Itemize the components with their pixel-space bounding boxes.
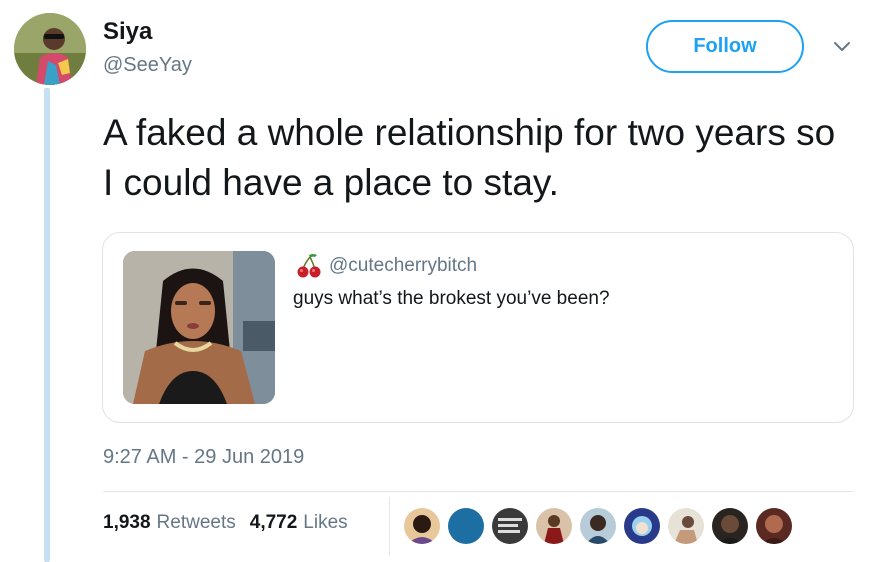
author-avatar[interactable] [14,13,86,85]
liker-avatar[interactable] [536,508,572,544]
retweets-count: 1,938 [103,512,151,533]
divider [103,491,853,492]
cherry-emoji-icon [297,254,321,278]
tweet-text: A faked a whole relationship for two yea… [103,112,836,203]
quoted-tweet-card[interactable]: @cutecherrybitch guys what’s the brokest… [102,232,854,423]
tweet-stats: 1,938 Retweets 4,772 Likes [103,512,348,534]
stats-divider [389,497,390,555]
liker-avatar[interactable] [712,508,748,544]
liker-avatar[interactable] [580,508,616,544]
likes-count: 4,772 [249,512,298,533]
quoted-handle[interactable]: @cutecherrybitch [329,255,477,277]
retweets-label: Retweets [156,512,236,533]
retweets-stat[interactable]: 1,938 Retweets [103,512,236,534]
author-handle[interactable]: @SeeYay [103,54,192,77]
liker-avatars [404,508,792,544]
chevron-down-icon[interactable] [832,40,852,54]
liker-avatar[interactable] [756,508,792,544]
thread-line [44,88,50,562]
follow-button[interactable]: Follow [646,20,804,73]
likes-stat[interactable]: 4,772 Likes [250,512,348,534]
author-name[interactable]: Siya [103,18,152,46]
liker-avatar[interactable] [668,508,704,544]
likes-label: Likes [303,512,348,533]
quoted-text: guys what’s the brokest you’ve been? [293,288,610,309]
liker-avatar[interactable] [448,508,484,544]
liker-avatar[interactable] [404,508,440,544]
liker-avatar[interactable] [492,508,528,544]
liker-avatar[interactable] [624,508,660,544]
quoted-photo[interactable] [123,251,275,404]
tweet-timestamp[interactable]: 9:27 AM - 29 Jun 2019 [103,446,304,469]
